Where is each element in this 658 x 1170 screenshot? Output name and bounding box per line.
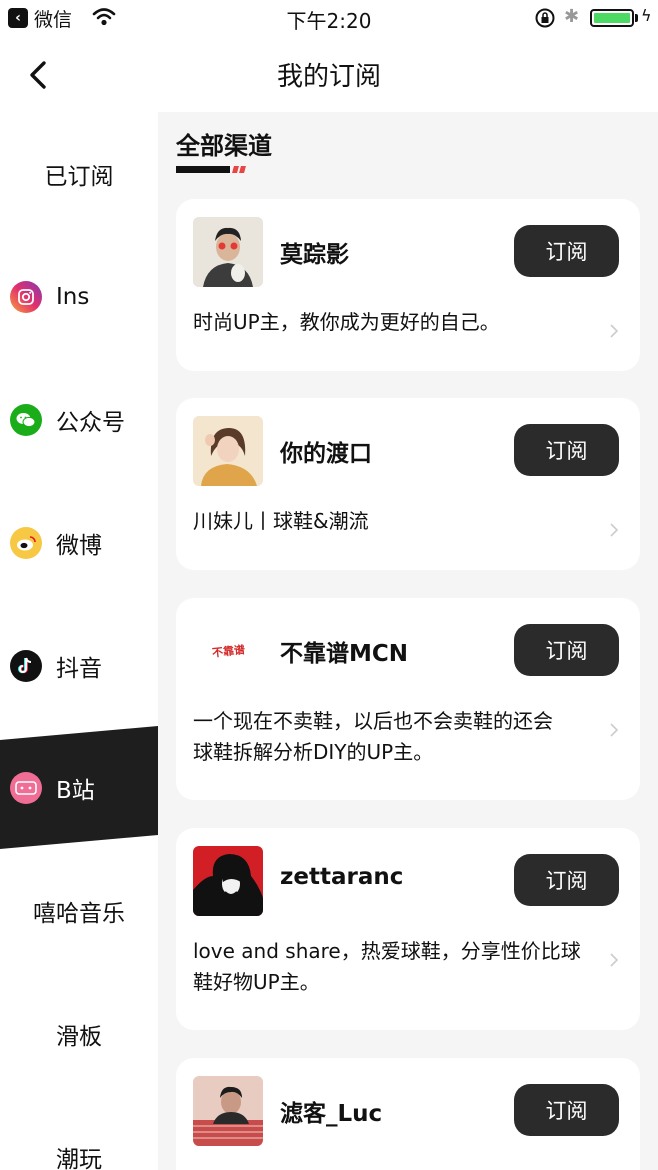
chevron-right-icon bbox=[610, 723, 619, 737]
sidebar-item-wechat[interactable]: 公众号 bbox=[0, 358, 158, 481]
sidebar-item-hiphop[interactable]: 嘻哈音乐 bbox=[0, 849, 158, 972]
charging-icon: ϟ bbox=[641, 6, 652, 25]
douyin-icon bbox=[10, 649, 42, 682]
channel-card[interactable]: 滤客_Luc 订阅 bbox=[176, 1058, 640, 1170]
avatar bbox=[193, 846, 263, 916]
subscribe-button[interactable]: 订阅 bbox=[514, 424, 619, 476]
section-underline bbox=[176, 166, 230, 173]
status-time: 下午2:20 bbox=[286, 9, 372, 33]
avatar: 不靠谱 bbox=[193, 616, 263, 686]
instagram-icon bbox=[10, 280, 42, 313]
bluetooth-icon: ✱ bbox=[564, 6, 580, 27]
battery-cap bbox=[635, 14, 638, 22]
channel-name: zettaranc bbox=[280, 864, 404, 890]
sidebar-item-toys[interactable]: 潮玩 bbox=[0, 1095, 158, 1170]
chevron-right-icon bbox=[610, 953, 619, 967]
sidebar-item-bilibili[interactable]: B站 bbox=[0, 726, 158, 849]
weibo-icon bbox=[10, 526, 42, 559]
bilibili-icon bbox=[10, 771, 42, 804]
status-bar: ‹ 微信 下午2:20 ✱ ϟ bbox=[0, 0, 658, 36]
battery-icon bbox=[590, 9, 634, 27]
channel-name: 不靠谱MCN bbox=[280, 641, 409, 667]
avatar bbox=[193, 217, 263, 287]
sidebar-item-label: B站 bbox=[56, 777, 95, 804]
channel-card[interactable]: 你的渡口 订阅 川妹儿丨球鞋&潮流 bbox=[176, 398, 640, 570]
sidebar-item-label: 公众号 bbox=[56, 409, 125, 436]
sidebar-item-ins[interactable]: Ins bbox=[0, 235, 158, 358]
sidebar-item-label: 抖音 bbox=[56, 655, 102, 682]
channel-description: 一个现在不卖鞋，以后也不会卖鞋的还会球鞋拆解分析DIY的UP主。 bbox=[193, 709, 553, 764]
rotation-lock-icon bbox=[535, 8, 555, 28]
avatar bbox=[193, 1076, 263, 1146]
chevron-right-icon bbox=[610, 324, 619, 338]
page-title: 我的订阅 bbox=[276, 62, 381, 92]
sidebar-item-skateboard[interactable]: 滑板 bbox=[0, 972, 158, 1095]
category-sidebar: 已订阅 Ins 公众号 微博 抖音 B站 嘻哈音乐 滑板 潮玩 bbox=[0, 112, 158, 1170]
channel-logo-text: 不靠谱 bbox=[210, 643, 246, 660]
sidebar-item-label: Ins bbox=[56, 283, 90, 310]
navigation-bar: 我的订阅 bbox=[0, 36, 658, 112]
channel-card[interactable]: zettaranc 订阅 love and share，热爱球鞋，分享性价比球鞋… bbox=[176, 828, 640, 1030]
channel-card[interactable]: 不靠谱 不靠谱MCN 订阅 一个现在不卖鞋，以后也不会卖鞋的还会球鞋拆解分析DI… bbox=[176, 598, 640, 800]
channel-card[interactable]: 莫踪影 订阅 时尚UP主，教你成为更好的自己。 bbox=[176, 199, 640, 371]
channel-name: 莫踪影 bbox=[280, 242, 349, 268]
sidebar-item-label: 微博 bbox=[56, 532, 102, 559]
channel-description: 时尚UP主，教你成为更好的自己。 bbox=[193, 310, 500, 334]
wechat-icon bbox=[10, 403, 42, 436]
channel-name: 你的渡口 bbox=[280, 441, 372, 467]
section-underline-stripe bbox=[239, 166, 246, 173]
sidebar-item-label: 潮玩 bbox=[56, 1146, 102, 1170]
sidebar-item-label: 滑板 bbox=[56, 1023, 102, 1050]
sidebar-item-subscribed[interactable]: 已订阅 bbox=[0, 112, 158, 235]
subscribe-button[interactable]: 订阅 bbox=[514, 225, 619, 277]
subscribe-button[interactable]: 订阅 bbox=[514, 624, 619, 676]
sidebar-item-label: 已订阅 bbox=[44, 163, 114, 190]
channel-description: 川妹儿丨球鞋&潮流 bbox=[193, 509, 369, 533]
section-title: 全部渠道 bbox=[176, 132, 272, 160]
subscribe-button[interactable]: 订阅 bbox=[514, 854, 619, 906]
avatar bbox=[193, 416, 263, 486]
sidebar-item-douyin[interactable]: 抖音 bbox=[0, 604, 158, 727]
subscribe-button[interactable]: 订阅 bbox=[514, 1084, 619, 1136]
sidebar-item-label: 嘻哈音乐 bbox=[33, 900, 125, 927]
channel-description: love and share，热爱球鞋，分享性价比球鞋好物UP主。 bbox=[193, 939, 581, 994]
chevron-right-icon bbox=[610, 523, 619, 537]
sidebar-item-weibo[interactable]: 微博 bbox=[0, 481, 158, 604]
channel-name: 滤客_Luc bbox=[280, 1101, 383, 1127]
section-underline-stripe bbox=[232, 166, 239, 173]
